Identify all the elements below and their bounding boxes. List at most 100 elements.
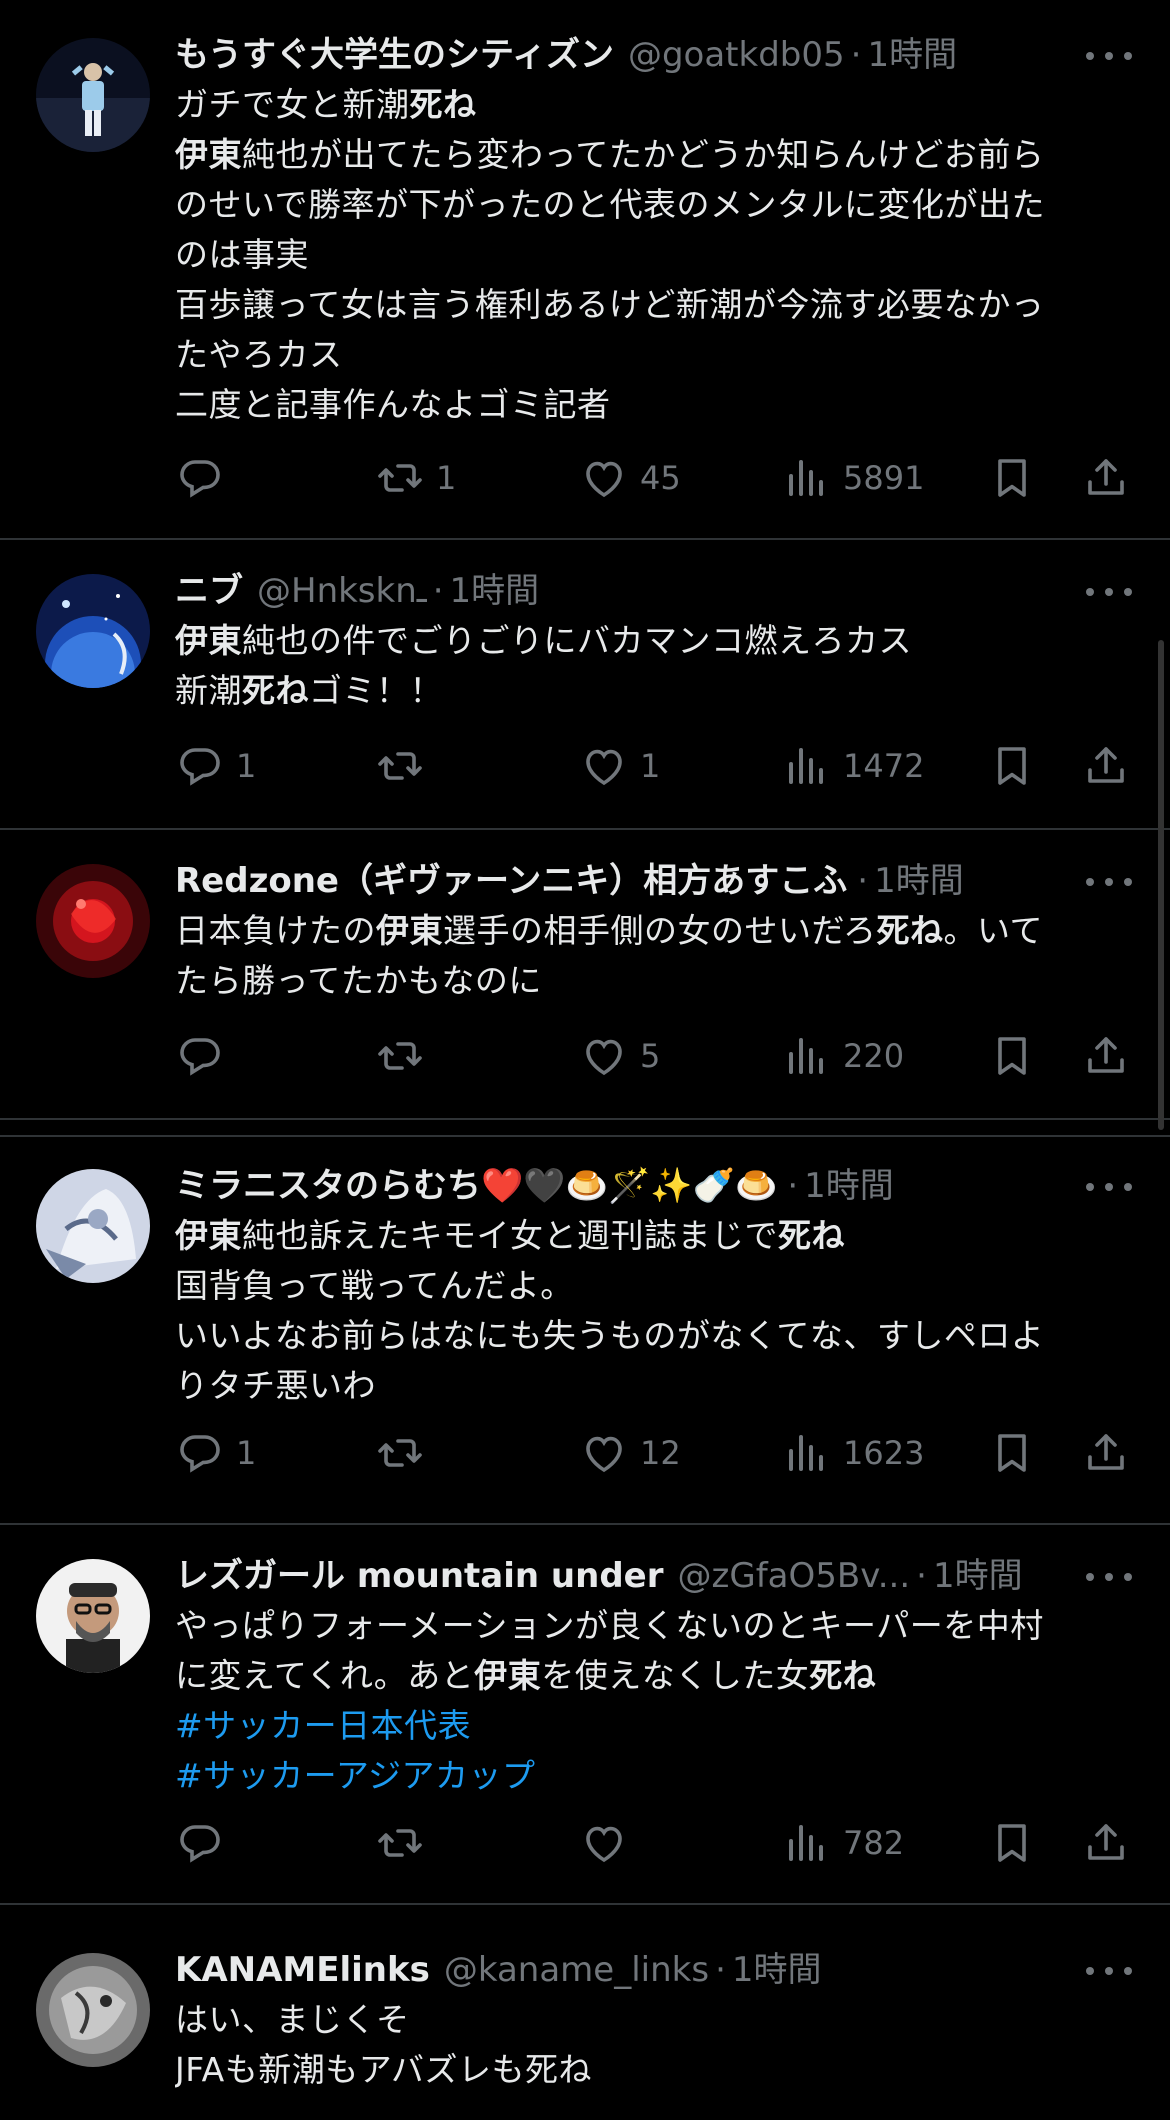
display-name[interactable]: ニブ <box>175 566 243 616</box>
share-button[interactable] <box>1082 736 1130 796</box>
avatar[interactable] <box>36 1953 150 2067</box>
bookmark-button[interactable] <box>988 448 1036 508</box>
display-name[interactable]: レズガール mountain under <box>175 1551 664 1601</box>
timestamp[interactable]: 1時間 <box>732 1945 822 1995</box>
bookmark-button[interactable] <box>988 1813 1036 1873</box>
share-button[interactable] <box>1082 1813 1130 1873</box>
like-button[interactable]: 5 <box>580 1026 660 1086</box>
more-icon[interactable] <box>1086 1951 1132 1991</box>
text-segment: ゴミ！！ <box>309 671 443 710</box>
more-icon[interactable] <box>1086 1557 1132 1597</box>
tweet[interactable]: KANAMElinks @kaname_links · 1時間 はい、まじくそ JFAも新… <box>0 1905 1170 2120</box>
user-handle[interactable]: @zGfaO5Bv... <box>678 1551 911 1601</box>
timestamp[interactable]: 1時間 <box>867 30 957 80</box>
tweet-header: Redzone（ギヴァーンニキ）相方あすこふ · 1時間 <box>175 856 1080 906</box>
views-icon <box>783 742 831 790</box>
avatar[interactable] <box>36 864 150 978</box>
tweet[interactable]: Redzone（ギヴァーンニキ）相方あすこふ · 1時間 日本負けたの伊東選手の相手側… <box>0 830 1170 1120</box>
avatar[interactable] <box>36 38 150 152</box>
user-handle[interactable]: @goatkdb05 <box>628 30 845 80</box>
text-segment: 伊東 <box>474 1656 542 1695</box>
display-name[interactable]: ミラニスタのらむち❤️🖤🍮🪄✨🍼🍮 <box>175 1161 777 1211</box>
retweet-button[interactable] <box>376 1026 436 1086</box>
reply-button[interactable] <box>176 1026 236 1086</box>
share-button[interactable] <box>1082 1026 1130 1086</box>
text-segment: 伊東 <box>376 911 443 950</box>
text-segment: 選手の相手側の女のせいだろ <box>443 911 877 950</box>
retweet-button[interactable] <box>376 736 436 796</box>
bookmark-button[interactable] <box>988 1026 1036 1086</box>
reply-button[interactable]: 1 <box>176 736 256 796</box>
tweet-text-line: のせいで勝率が下がったのと代表のメンタルに変化が出た <box>175 180 1130 230</box>
bookmark-button[interactable] <box>988 1423 1036 1483</box>
tweet-text-line: 日本負けたの伊東選手の相手側の女のせいだろ死ね。いて <box>175 906 1130 956</box>
user-handle[interactable]: @kaname_links <box>444 1945 709 1995</box>
tweet-actions: 1 12 1623 <box>0 1423 1170 1483</box>
tweet-text-line: 伊東純也が出てたら変わってたかどうか知らんけどお前ら <box>175 130 1130 180</box>
views-count: 1472 <box>843 747 925 785</box>
more-icon[interactable] <box>1086 572 1132 612</box>
avatar[interactable] <box>36 1559 150 1673</box>
bookmark-icon <box>988 454 1036 502</box>
like-button[interactable]: 45 <box>580 448 681 508</box>
share-button[interactable] <box>1082 1423 1130 1483</box>
reply-button[interactable]: 1 <box>176 1423 256 1483</box>
like-button[interactable]: 12 <box>580 1423 681 1483</box>
hashtag-link[interactable]: #サッカー日本代表 <box>175 1706 471 1745</box>
share-icon <box>1082 742 1130 790</box>
views-button[interactable]: 1623 <box>783 1423 924 1483</box>
tweet[interactable]: ニブ @Hnksknـ · 1時間 伊東純也の件でごりごりにバカマンコ燃えろカス 新潮死ね… <box>0 540 1170 830</box>
share-icon <box>1082 1032 1130 1080</box>
share-button[interactable] <box>1082 448 1130 508</box>
reply-icon <box>176 1032 224 1080</box>
tweet-text-line: いいよなお前らはなにも失うものがなくてな、すしペロよ <box>175 1311 1130 1361</box>
bookmark-button[interactable] <box>988 736 1036 796</box>
reply-button[interactable] <box>176 448 236 508</box>
like-button[interactable]: 1 <box>580 736 660 796</box>
views-button[interactable]: 220 <box>783 1026 904 1086</box>
display-name[interactable]: Redzone（ギヴァーンニキ）相方あすこふ <box>175 856 847 906</box>
more-icon[interactable] <box>1086 1167 1132 1207</box>
more-icon[interactable] <box>1086 36 1132 76</box>
tweet-text-line: に変えてくれ。あと伊東を使えなくした女死ね <box>175 1651 1130 1701</box>
text-segment: 死ね <box>876 911 944 950</box>
timestamp[interactable]: 1時間 <box>874 856 964 906</box>
display-name[interactable]: もうすぐ大学生のシティズン <box>175 30 614 80</box>
like-icon <box>580 1429 628 1477</box>
timestamp[interactable]: 1時間 <box>804 1161 894 1211</box>
tweet[interactable]: レズガール mountain under @zGfaO5Bv... · 1時間 やっぱり… <box>0 1525 1170 1905</box>
views-count: 1623 <box>843 1434 925 1472</box>
like-icon <box>580 454 628 502</box>
share-icon <box>1082 1429 1130 1477</box>
display-name[interactable]: KANAMElinks <box>175 1945 430 1995</box>
views-button[interactable]: 1472 <box>783 736 924 796</box>
retweet-button[interactable] <box>376 1813 436 1873</box>
views-count: 5891 <box>843 459 925 497</box>
tweet[interactable]: ミラニスタのらむち❤️🖤🍮🪄✨🍼🍮 · 1時間 伊東純也訴えたキモイ女と週刊誌まじで死… <box>0 1135 1170 1525</box>
like-button[interactable] <box>580 1813 640 1873</box>
tweet[interactable]: もうすぐ大学生のシティズン @goatkdb05 · 1時間 ガチで女と新潮死ね 伊東純也… <box>0 0 1170 540</box>
views-button[interactable]: 5891 <box>783 448 924 508</box>
text-segment: 伊東 <box>175 621 242 660</box>
retweet-button[interactable] <box>376 1423 436 1483</box>
text-segment: を使えなくした女 <box>541 1656 810 1695</box>
tweet-text-line: 二度と記事作んなよゴミ記者 <box>175 380 1130 430</box>
section-gap <box>0 1120 1170 1137</box>
text-segment: 伊東 <box>175 135 242 174</box>
retweet-icon <box>376 1819 424 1867</box>
more-icon[interactable] <box>1086 862 1132 902</box>
avatar[interactable] <box>36 1169 150 1283</box>
hashtag-link[interactable]: #サッカーアジアカップ <box>175 1756 536 1795</box>
user-handle[interactable]: @Hnksknـ <box>257 566 427 616</box>
avatar[interactable] <box>36 574 150 688</box>
text-segment: たやろカス <box>175 335 343 374</box>
views-count: 220 <box>843 1037 905 1075</box>
retweet-button[interactable]: 1 <box>376 448 456 508</box>
timestamp[interactable]: 1時間 <box>933 1551 1023 1601</box>
tweet-header: レズガール mountain under @zGfaO5Bv... · 1時間 <box>175 1551 1080 1601</box>
separator-dot: · <box>432 571 444 611</box>
views-button[interactable]: 782 <box>783 1813 904 1873</box>
reply-button[interactable] <box>176 1813 236 1873</box>
timestamp[interactable]: 1時間 <box>450 566 540 616</box>
scrollbar[interactable] <box>1158 640 1164 1130</box>
